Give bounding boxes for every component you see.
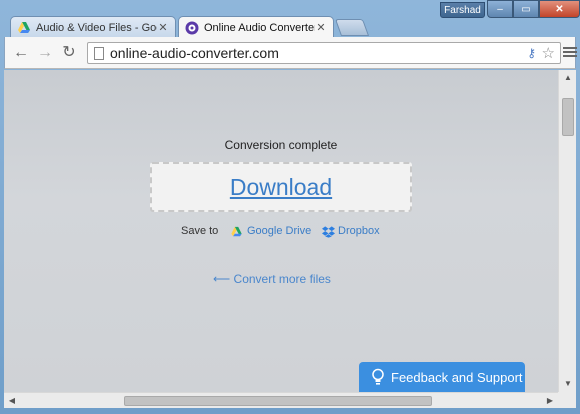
new-tab-button[interactable] [334, 19, 370, 36]
horizontal-scroll-thumb[interactable] [124, 396, 432, 406]
google-drive-icon [18, 21, 30, 33]
scroll-down-icon[interactable]: ▼ [559, 376, 577, 392]
feedback-button[interactable]: Feedback and Support [359, 362, 525, 392]
scrollbar-corner [558, 392, 576, 408]
browser-window: Audio & Video Files - Goo ✕ Online Audio… [0, 0, 580, 414]
key-icon[interactable]: ⚷ [527, 46, 536, 60]
menu-icon[interactable] [563, 45, 577, 61]
feedback-label: Feedback and Support [391, 369, 523, 385]
download-box[interactable]: Download [150, 162, 412, 212]
close-tab-icon[interactable]: ✕ [157, 21, 169, 34]
tab-audio-video-files[interactable]: Audio & Video Files - Goo ✕ [10, 16, 176, 38]
horizontal-scrollbar[interactable]: ◀ ▶ [4, 392, 576, 408]
lightbulb-icon [372, 368, 384, 385]
scroll-left-icon[interactable]: ◀ [4, 393, 20, 409]
scroll-right-icon[interactable]: ▶ [542, 393, 558, 409]
conversion-status: Conversion complete [224, 138, 338, 152]
vertical-scrollbar[interactable]: ▲ ▼ [558, 70, 576, 392]
close-tab-icon[interactable]: ✕ [315, 21, 327, 34]
forward-arrow-icon[interactable]: → [35, 43, 55, 63]
google-drive-link[interactable]: Google Drive [247, 225, 311, 237]
page-icon [94, 47, 104, 60]
dropbox-icon[interactable] [322, 226, 335, 238]
back-arrow-icon[interactable]: ← [11, 43, 31, 63]
browser-toolbar: ← → ↻ online-audio-converter.com ⚷ ☆ [4, 37, 577, 69]
scroll-up-icon[interactable]: ▲ [559, 70, 577, 86]
dropbox-link[interactable]: Dropbox [338, 225, 380, 237]
tab-label: Online Audio Converter - [204, 21, 315, 34]
page-content: Conversion complete Download Save to Goo… [4, 70, 558, 392]
reload-icon[interactable]: ↻ [59, 43, 79, 63]
close-window-button[interactable]: ✕ [539, 0, 580, 18]
vertical-scroll-thumb[interactable] [562, 98, 574, 136]
download-link[interactable]: Download [230, 174, 332, 200]
user-profile-badge[interactable]: Farshad [440, 2, 485, 18]
google-drive-icon[interactable] [230, 226, 243, 238]
title-bar: Audio & Video Files - Goo ✕ Online Audio… [0, 0, 580, 38]
bookmark-star-icon[interactable]: ☆ [542, 44, 555, 62]
address-bar[interactable]: online-audio-converter.com ⚷ ☆ [87, 42, 561, 64]
url-text[interactable]: online-audio-converter.com [110, 45, 279, 61]
save-to-label: Save to [181, 225, 219, 237]
audio-converter-icon [185, 21, 199, 34]
tab-online-audio-converter[interactable]: Online Audio Converter - ✕ [178, 16, 334, 38]
tab-label: Audio & Video Files - Goo [36, 21, 157, 34]
convert-more-files-link[interactable]: ⟵ Convert more files [213, 272, 331, 286]
maximize-button[interactable]: ▭ [513, 0, 539, 18]
minimize-button[interactable]: – [487, 0, 513, 18]
